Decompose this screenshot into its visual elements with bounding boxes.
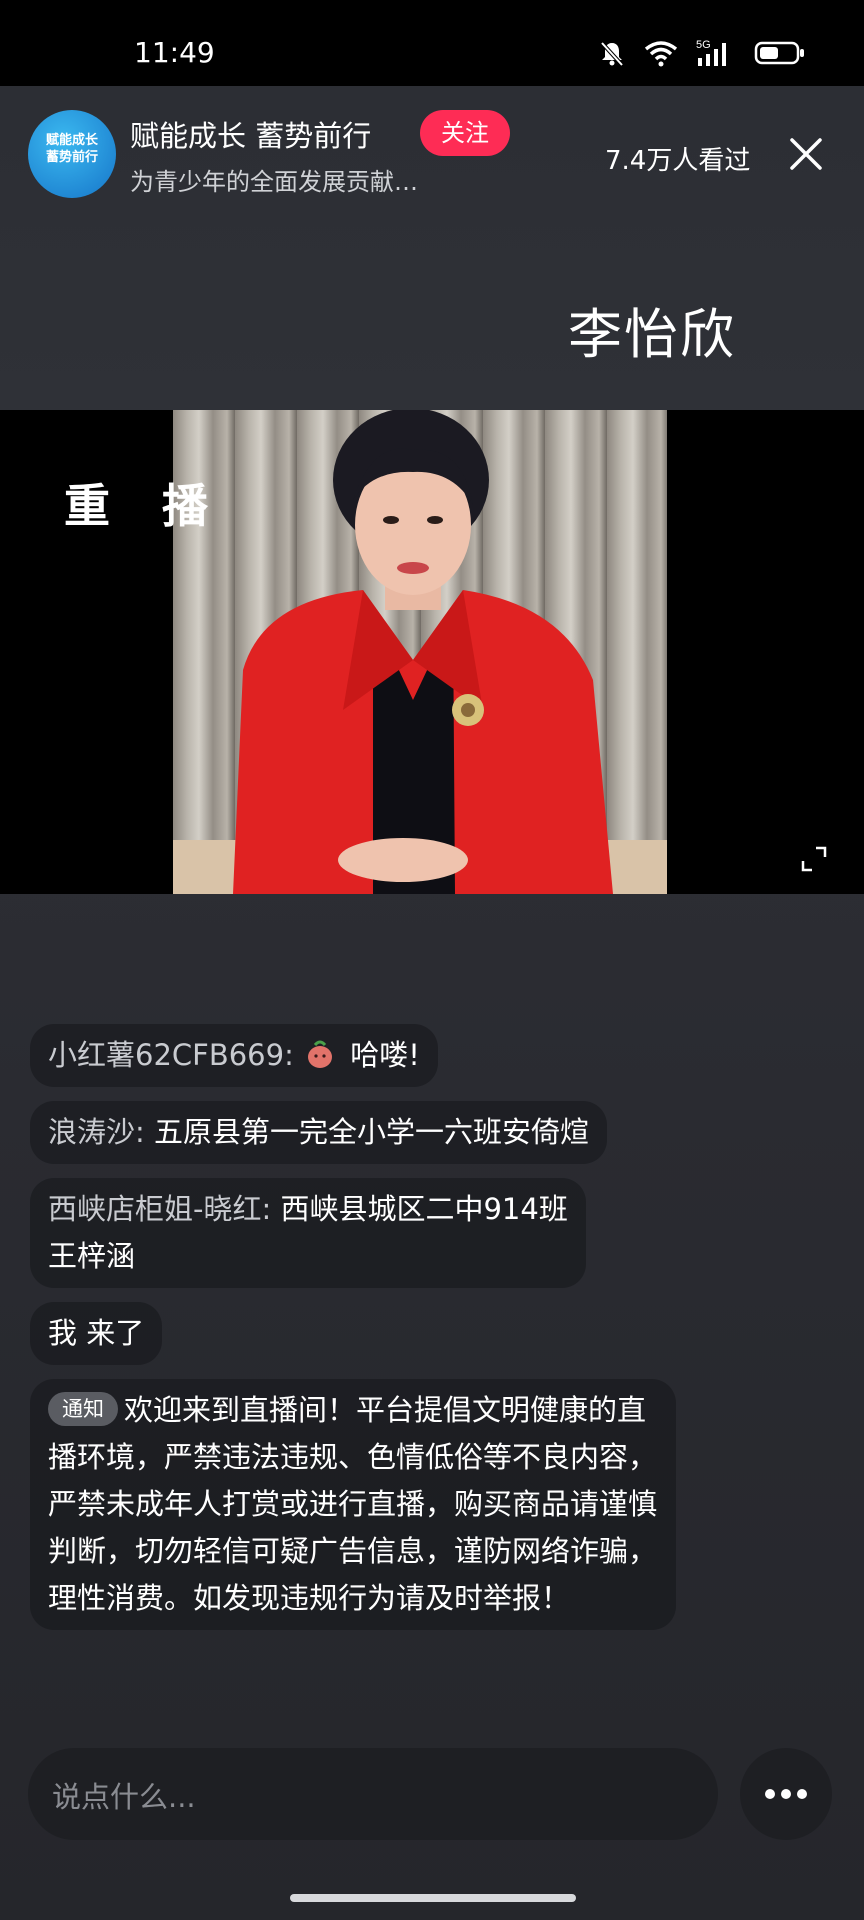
more-dots-icon — [765, 1789, 807, 1799]
comment-input[interactable]: 说点什么... — [28, 1748, 718, 1840]
wifi-icon — [644, 41, 678, 67]
chat-text: 我 来了 — [48, 1316, 145, 1350]
chat-text: 哈喽! — [350, 1038, 420, 1072]
chat-message[interactable]: 西峡店柜姐-晓红: 西峡县城区二中914班王梓涵 — [30, 1178, 586, 1288]
notice-tag: 通知 — [48, 1392, 118, 1426]
video-player[interactable]: 重播 — [0, 410, 864, 894]
host-avatar[interactable]: 赋能成长 蓄势前行 — [28, 110, 116, 198]
chat-username[interactable]: 浪涛沙: — [48, 1115, 145, 1149]
battery-icon — [754, 41, 804, 65]
avatar-logo-text: 赋能成长 蓄势前行 — [45, 133, 98, 165]
more-button[interactable] — [740, 1748, 832, 1840]
comment-placeholder: 说点什么... — [52, 1780, 196, 1814]
viewer-count: 7.4万人看过 — [605, 146, 751, 176]
5g-signal-icon: 5G — [696, 39, 726, 66]
chat-message[interactable]: 小红薯62CFB669: 哈喽! — [30, 1024, 438, 1087]
close-icon[interactable] — [788, 136, 824, 172]
system-notice: 通知 欢迎来到直播间！平台提倡文明健康的直播环境，严禁违法违规、色情低俗等不良内容… — [30, 1379, 676, 1630]
chat-message[interactable]: 我 来了 — [30, 1302, 163, 1365]
chat-username[interactable]: 西峡店柜姐-晓红: — [48, 1192, 271, 1226]
status-time: 11:49 — [134, 36, 215, 69]
host-name[interactable]: 赋能成长 蓄势前行 — [130, 113, 371, 155]
host-description[interactable]: 为青少年的全面发展贡献… — [130, 162, 418, 197]
overlay-name-text: 李怡欣 — [568, 303, 736, 366]
chat-message[interactable]: 浪涛沙: 五原县第一完全小学一六班安倚煊 — [30, 1101, 608, 1164]
sweet-potato-icon — [308, 1040, 333, 1068]
chat-list[interactable]: 小红薯62CFB669: 哈喽! 浪涛沙: 五原县第一完全小学一六班安倚煊 西峡… — [30, 1024, 710, 1644]
replay-label: 重播 — [64, 479, 260, 533]
fullscreen-icon[interactable] — [800, 845, 828, 873]
notice-text: 欢迎来到直播间！平台提倡文明健康的直播环境，严禁违法违规、色情低俗等不良内容，严… — [48, 1393, 658, 1615]
chat-text: 五原县第一完全小学一六班安倚煊 — [154, 1115, 590, 1149]
follow-button[interactable]: 关注 — [420, 110, 510, 156]
status-icons: 5G — [598, 38, 806, 68]
mute-bell-icon — [600, 41, 624, 67]
svg-text:5G: 5G — [696, 39, 711, 51]
home-indicator[interactable] — [290, 1894, 576, 1902]
status-bar: 11:49 5G — [0, 0, 864, 86]
chat-username[interactable]: 小红薯62CFB669: — [48, 1038, 294, 1072]
